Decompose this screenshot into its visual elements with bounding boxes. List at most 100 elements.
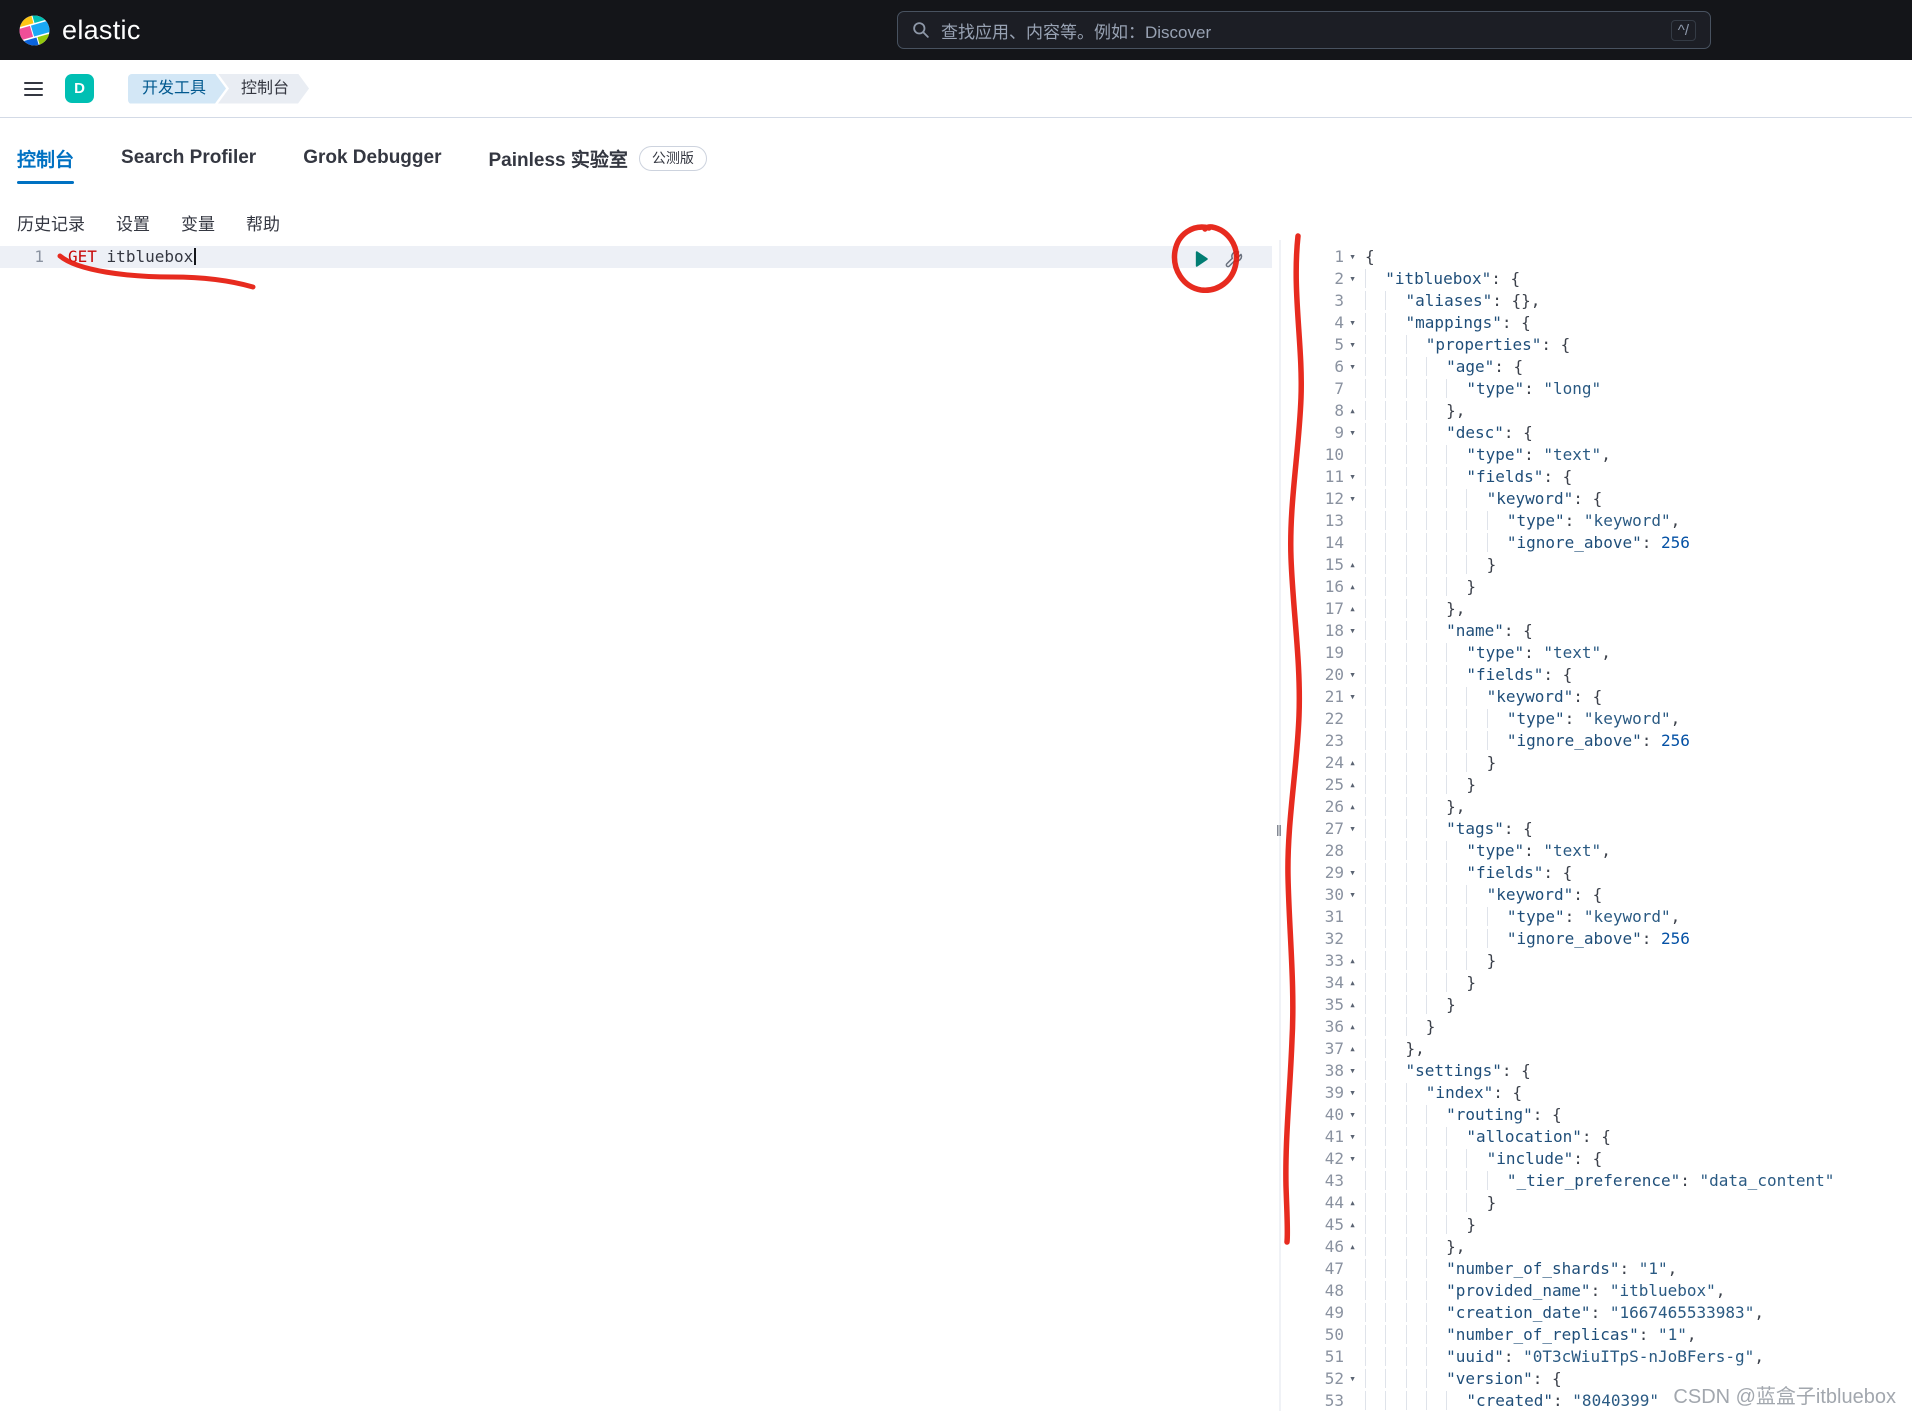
fold-toggle-icon[interactable]: ▾ (1344, 884, 1361, 906)
search-placeholder: 查找应用、内容等。例如：Discover (941, 18, 1211, 43)
text-cursor (194, 248, 196, 265)
fold-toggle-icon[interactable]: ▾ (1344, 1126, 1361, 1148)
fold-spacer (1344, 1280, 1361, 1302)
fold-toggle-icon[interactable]: ▴ (1344, 554, 1361, 576)
response-line: 51 "uuid": "0T3cWiuITpS-nJoBFers-g", (1288, 1346, 1912, 1368)
response-code: "desc": { (1365, 422, 1533, 444)
fold-toggle-icon[interactable]: ▴ (1344, 1236, 1361, 1258)
response-code: "mappings": { (1365, 312, 1531, 334)
tab-Grok Debugger[interactable]: Grok Debugger (303, 118, 441, 192)
fold-toggle-icon[interactable]: ▾ (1344, 422, 1361, 444)
fold-toggle-icon[interactable]: ▾ (1344, 1148, 1361, 1170)
fold-toggle-icon[interactable]: ▾ (1344, 356, 1361, 378)
tab-控制台[interactable]: 控制台 (17, 118, 74, 192)
fold-toggle-icon[interactable]: ▾ (1344, 620, 1361, 642)
fold-spacer (1344, 1170, 1361, 1192)
fold-toggle-icon[interactable]: ▾ (1344, 466, 1361, 488)
response-code: "keyword": { (1365, 884, 1602, 906)
elastic-logo-icon (18, 14, 51, 47)
response-lines: 1▾{2▾ "itbluebox": {3 "aliases": {},4▾ "… (1288, 246, 1912, 1411)
fold-toggle-icon[interactable]: ▴ (1344, 752, 1361, 774)
response-line: 22 "type": "keyword", (1288, 708, 1912, 730)
response-line-number: 32 (1288, 928, 1344, 950)
fold-toggle-icon[interactable]: ▴ (1344, 1038, 1361, 1060)
breadcrumb-item-1[interactable]: 开发工具 (128, 74, 226, 104)
fold-spacer (1344, 906, 1361, 928)
response-code: "type": "keyword", (1365, 906, 1680, 928)
response-code: "number_of_replicas": "1", (1365, 1324, 1697, 1346)
breadcrumb: 开发工具控制台 (128, 74, 309, 104)
fold-spacer (1344, 708, 1361, 730)
fold-spacer (1344, 290, 1361, 312)
response-line-number: 17 (1288, 598, 1344, 620)
response-line: 6▾ "age": { (1288, 356, 1912, 378)
fold-toggle-icon[interactable]: ▾ (1344, 268, 1361, 290)
response-line-number: 13 (1288, 510, 1344, 532)
response-code: "creation_date": "1667465533983", (1365, 1302, 1764, 1324)
response-viewer[interactable]: 1▾{2▾ "itbluebox": {3 "aliases": {},4▾ "… (1288, 240, 1912, 1411)
response-code: "fields": { (1365, 466, 1572, 488)
panel-resize-handle[interactable]: ‖ (1268, 819, 1290, 843)
fold-toggle-icon[interactable]: ▴ (1344, 1214, 1361, 1236)
response-code: }, (1365, 598, 1465, 620)
request-actions (1192, 248, 1243, 270)
response-line-number: 53 (1288, 1390, 1344, 1411)
fold-toggle-icon[interactable]: ▴ (1344, 994, 1361, 1016)
response-line: 1▾{ (1288, 246, 1912, 268)
menu-button[interactable] (22, 78, 45, 100)
fold-toggle-icon[interactable]: ▴ (1344, 1016, 1361, 1038)
request-options-button[interactable] (1224, 250, 1243, 269)
request-editor[interactable]: 1GET itbluebox (0, 240, 1272, 1411)
response-code: "type": "keyword", (1365, 708, 1680, 730)
response-line: 41▾ "allocation": { (1288, 1126, 1912, 1148)
fold-toggle-icon[interactable]: ▾ (1344, 1060, 1361, 1082)
fold-toggle-icon[interactable]: ▴ (1344, 950, 1361, 972)
response-code: } (1365, 752, 1496, 774)
response-line-number: 3 (1288, 290, 1344, 312)
fold-toggle-icon[interactable]: ▴ (1344, 972, 1361, 994)
fold-toggle-icon[interactable]: ▾ (1344, 664, 1361, 686)
console-menu-item-帮助[interactable]: 帮助 (246, 210, 280, 235)
fold-toggle-icon[interactable]: ▾ (1344, 1368, 1361, 1390)
fold-spacer (1344, 378, 1361, 400)
fold-toggle-icon[interactable]: ▴ (1344, 1192, 1361, 1214)
elastic-logo[interactable]: elastic (18, 14, 141, 47)
response-line: 2▾ "itbluebox": { (1288, 268, 1912, 290)
fold-spacer (1344, 1258, 1361, 1280)
fold-toggle-icon[interactable]: ▾ (1344, 686, 1361, 708)
fold-toggle-icon[interactable]: ▾ (1344, 488, 1361, 510)
editor-line[interactable]: 1GET itbluebox (0, 246, 1272, 268)
response-code: "type": "text", (1365, 444, 1611, 466)
send-request-button[interactable] (1192, 250, 1210, 268)
fold-toggle-icon[interactable]: ▾ (1344, 818, 1361, 840)
response-line: 27▾ "tags": { (1288, 818, 1912, 840)
fold-toggle-icon[interactable]: ▴ (1344, 400, 1361, 422)
fold-toggle-icon[interactable]: ▾ (1344, 862, 1361, 884)
fold-spacer (1344, 928, 1361, 950)
fold-toggle-icon[interactable]: ▴ (1344, 598, 1361, 620)
fold-toggle-icon[interactable]: ▾ (1344, 1104, 1361, 1126)
response-line-number: 29 (1288, 862, 1344, 884)
tab-Painless 实验室[interactable]: Painless 实验室公测版 (489, 118, 707, 192)
fold-toggle-icon[interactable]: ▾ (1344, 312, 1361, 334)
response-code: }, (1365, 1038, 1425, 1060)
fold-toggle-icon[interactable]: ▴ (1344, 796, 1361, 818)
fold-toggle-icon[interactable]: ▾ (1344, 1082, 1361, 1104)
response-line-number: 52 (1288, 1368, 1344, 1390)
response-line: 45▴ } (1288, 1214, 1912, 1236)
console-menu-item-历史记录[interactable]: 历史记录 (17, 210, 85, 235)
response-line: 37▴ }, (1288, 1038, 1912, 1060)
fold-toggle-icon[interactable]: ▾ (1344, 246, 1361, 268)
console-menu-item-设置[interactable]: 设置 (116, 210, 150, 235)
response-line-number: 49 (1288, 1302, 1344, 1324)
fold-spacer (1344, 730, 1361, 752)
fold-toggle-icon[interactable]: ▴ (1344, 576, 1361, 598)
console-menu-item-变量[interactable]: 变量 (181, 210, 215, 235)
response-code: } (1365, 1192, 1496, 1214)
fold-spacer (1344, 532, 1361, 554)
global-search-input[interactable]: 查找应用、内容等。例如：Discover ^/ (897, 11, 1711, 49)
tab-Search Profiler[interactable]: Search Profiler (121, 118, 256, 192)
fold-toggle-icon[interactable]: ▾ (1344, 334, 1361, 356)
space-avatar[interactable]: D (65, 74, 94, 103)
fold-toggle-icon[interactable]: ▴ (1344, 774, 1361, 796)
